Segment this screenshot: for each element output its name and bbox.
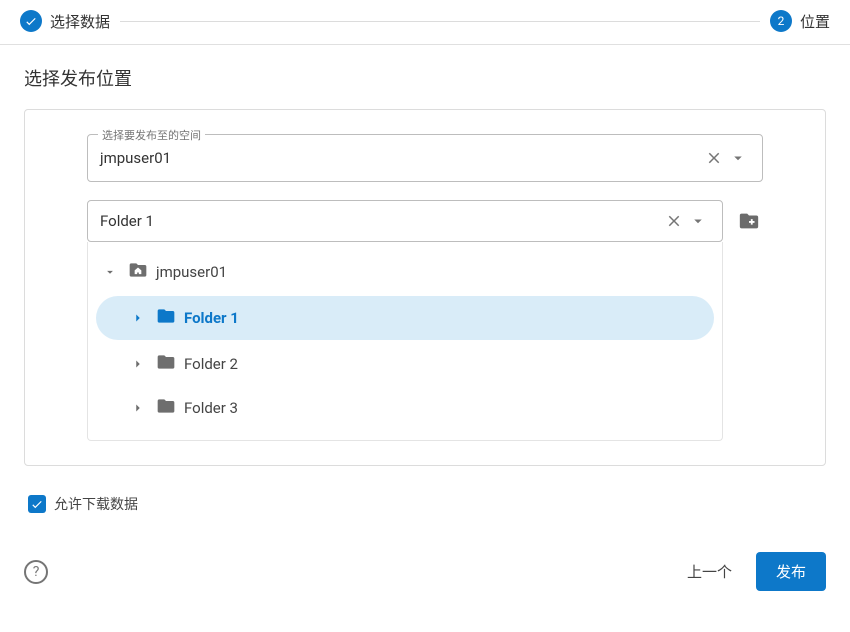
folder-icon [156,352,176,376]
folder-plus-icon [738,210,760,232]
folder-icon [156,306,176,330]
chevron-down-icon[interactable] [100,265,120,279]
footer: ? 上一个 发布 [0,534,850,603]
step-1-label: 选择数据 [50,11,110,32]
chevron-right-icon[interactable] [128,311,148,325]
question-icon: ? [33,564,40,580]
allow-download-row[interactable]: 允许下载数据 [28,494,822,514]
step-2-number: 2 [770,10,792,32]
stepper: 选择数据 2 位置 [0,0,850,45]
space-select-value: jmpuser01 [100,149,702,167]
clear-icon[interactable] [702,146,726,170]
folder-select[interactable]: Folder 1 [87,200,723,242]
step-2[interactable]: 2 位置 [770,10,830,32]
main-content: 选择发布位置 选择要发布至的空间 jmpuser01 Folder 1 [0,45,850,534]
tree-item-label: Folder 2 [184,355,238,373]
folder-select-value: Folder 1 [100,212,662,230]
publish-button[interactable]: 发布 [756,552,826,591]
tree-item-label: Folder 3 [184,399,238,417]
tree-item-label: Folder 1 [184,309,239,327]
help-button[interactable]: ? [24,560,48,584]
back-button[interactable]: 上一个 [671,553,748,590]
tree-item-folder-1[interactable]: Folder 1 [96,296,714,340]
folder-icon [156,396,176,420]
checkmark-icon [20,10,42,32]
folder-tree: jmpuser01 Folder 1 [87,242,723,441]
section-title: 选择发布位置 [24,65,826,91]
new-folder-button[interactable] [735,207,763,235]
home-folder-icon [128,260,148,284]
tree-item-folder-2[interactable]: Folder 2 [88,342,722,386]
allow-download-label: 允许下载数据 [54,494,138,514]
step-1[interactable]: 选择数据 [20,10,110,32]
tree-root[interactable]: jmpuser01 [88,250,722,294]
step-divider [120,21,760,22]
step-2-label: 位置 [800,11,830,32]
tree-item-folder-3[interactable]: Folder 3 [88,386,722,430]
location-card: 选择要发布至的空间 jmpuser01 Folder 1 [24,109,826,466]
chevron-right-icon[interactable] [128,357,148,371]
clear-icon[interactable] [662,209,686,233]
space-select-label: 选择要发布至的空间 [98,127,205,143]
caret-down-icon[interactable] [726,146,750,170]
checkmark-icon [30,497,44,511]
space-select[interactable]: 选择要发布至的空间 jmpuser01 [87,134,763,182]
tree-root-label: jmpuser01 [156,263,227,281]
chevron-right-icon[interactable] [128,401,148,415]
caret-down-icon[interactable] [686,209,710,233]
allow-download-checkbox[interactable] [28,495,46,513]
